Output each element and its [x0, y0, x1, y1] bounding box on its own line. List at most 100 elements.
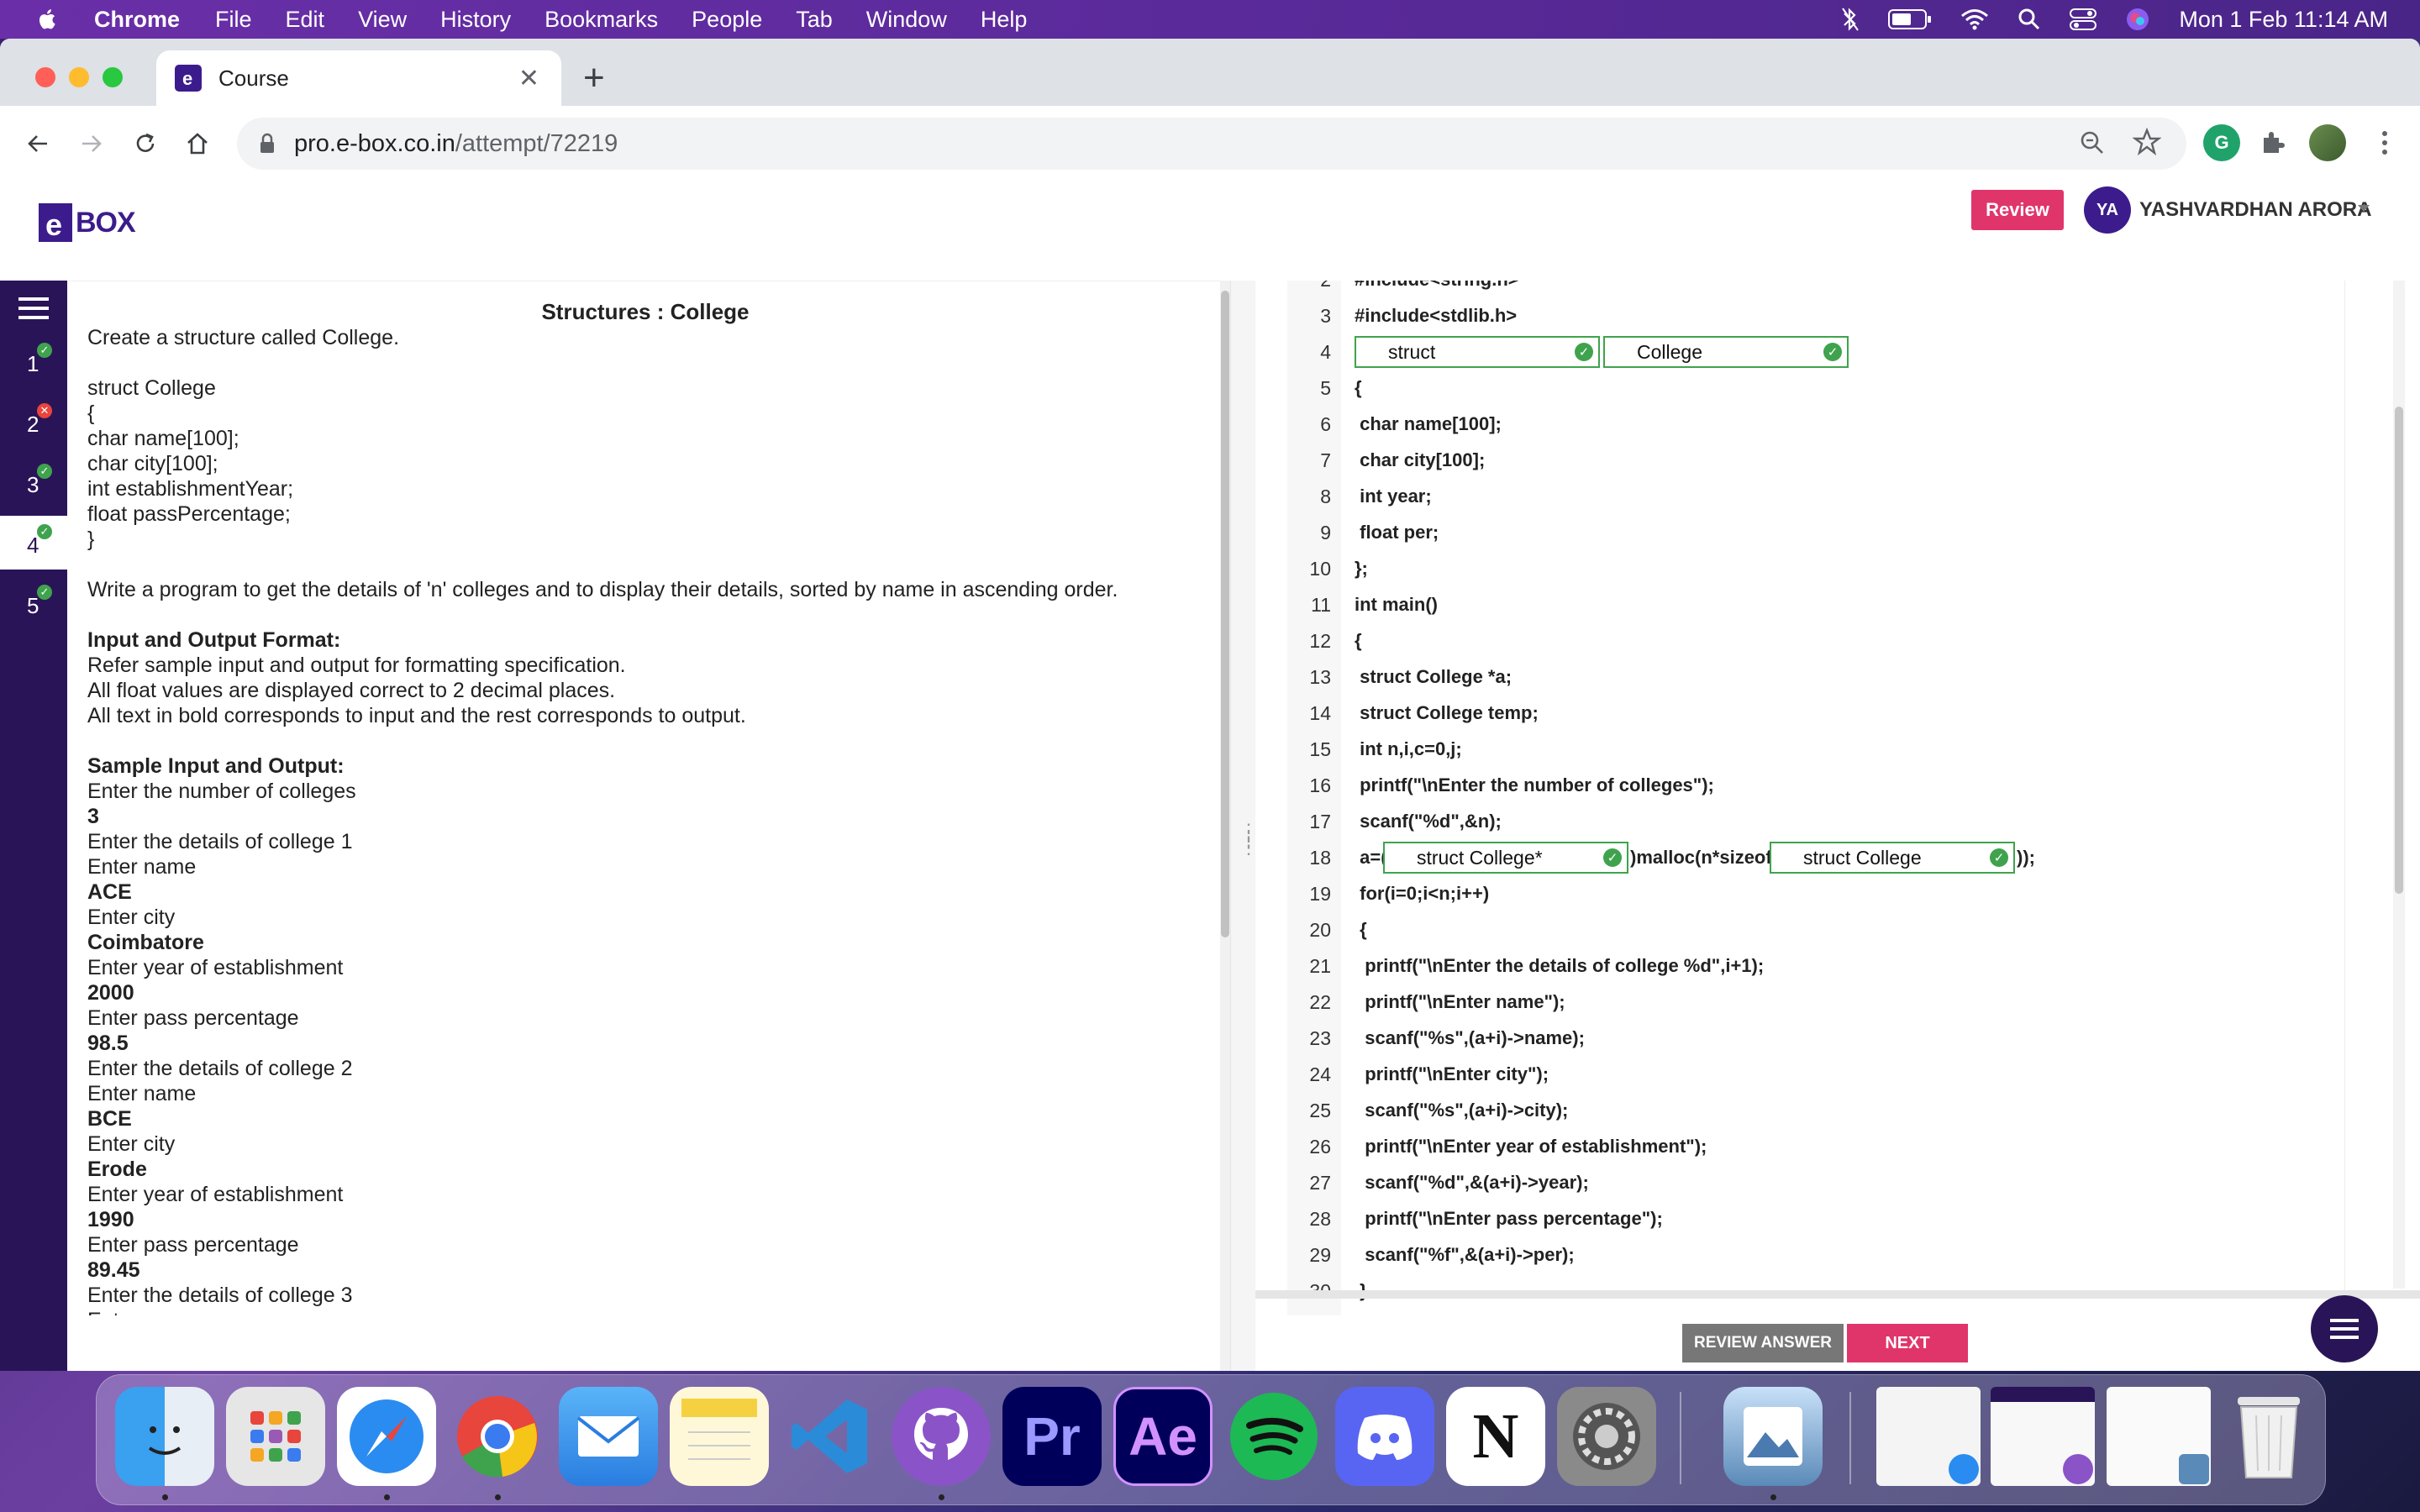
- dock-launchpad[interactable]: [226, 1387, 325, 1486]
- code-editor[interactable]: 2 #include<string.h> 3 #include<stdlib.h> 4 s…: [1255, 281, 2420, 1315]
- tab-course[interactable]: e Course ✕: [156, 50, 561, 106]
- lock-icon[interactable]: [259, 133, 276, 155]
- code-line[interactable]: 23 scanf("%s",(a+i)->name);: [1287, 1021, 2344, 1056]
- menu-help[interactable]: Help: [981, 7, 1028, 33]
- dock-vscode[interactable]: [781, 1387, 880, 1486]
- address-bar[interactable]: pro.e-box.co.in/attempt/72219: [237, 118, 2186, 170]
- apple-icon[interactable]: [35, 7, 60, 32]
- menu-bookmarks[interactable]: Bookmarks: [544, 7, 658, 33]
- hamburger-menu-icon[interactable]: [18, 296, 49, 321]
- dock-premiere-pro[interactable]: Pr: [1002, 1387, 1102, 1486]
- bluetooth-off-icon[interactable]: [1841, 7, 1860, 32]
- zoom-icon[interactable]: [2079, 129, 2106, 156]
- new-tab-button[interactable]: +: [583, 57, 605, 99]
- code-line[interactable]: 27 scanf("%d",&(a+i)->year);: [1287, 1165, 2344, 1200]
- blank-sizeof-type[interactable]: struct College ✓: [1770, 842, 2015, 874]
- code-line[interactable]: 17 scanf("%d",&n);: [1287, 804, 2344, 839]
- zoom-window-button[interactable]: [103, 67, 123, 87]
- question-nav-3[interactable]: 3 ✓: [0, 455, 67, 509]
- review-button[interactable]: Review: [1971, 190, 2064, 230]
- control-center-icon[interactable]: [2070, 8, 2097, 31]
- code-line[interactable]: 16 printf("\nEnter the number of college…: [1287, 768, 2344, 803]
- code-line[interactable]: 14 struct College temp;: [1287, 696, 2344, 731]
- scrollbar-thumb[interactable]: [2395, 407, 2403, 894]
- blank-struct-name[interactable]: College ✓: [1603, 336, 1849, 368]
- review-answer-button[interactable]: REVIEW ANSWER: [1682, 1324, 1844, 1362]
- minimize-window-button[interactable]: [69, 67, 89, 87]
- spotlight-search-icon[interactable]: [2018, 8, 2041, 31]
- dock-finder[interactable]: [115, 1387, 214, 1486]
- code-line[interactable]: 18 a=(struct College* ✓)malloc(n*sizeof(s…: [1287, 840, 2344, 875]
- user-name[interactable]: YASHVARDHAN ARORA: [2139, 198, 2371, 222]
- code-line[interactable]: 10};: [1287, 551, 2344, 586]
- code-line[interactable]: 11 int main(): [1287, 587, 2344, 622]
- dock-notes[interactable]: [670, 1387, 769, 1486]
- menu-tab[interactable]: Tab: [796, 7, 833, 33]
- menu-view[interactable]: View: [358, 7, 407, 33]
- code-area[interactable]: 2 #include<string.h> 3 #include<stdlib.h> 4 s…: [1287, 281, 2345, 1305]
- code-line[interactable]: 5{: [1287, 370, 2344, 406]
- code-line[interactable]: 13 struct College *a;: [1287, 659, 2344, 695]
- dock-chrome[interactable]: [448, 1387, 547, 1486]
- reload-button[interactable]: [124, 123, 166, 165]
- dock-discord[interactable]: [1335, 1387, 1434, 1486]
- battery-icon[interactable]: [1888, 8, 1932, 30]
- profile-avatar-icon[interactable]: [2309, 124, 2346, 161]
- menu-edit[interactable]: Edit: [286, 7, 325, 33]
- code-line[interactable]: 20 {: [1287, 912, 2344, 948]
- code-line[interactable]: 3 #include<stdlib.h>: [1287, 298, 2344, 333]
- blank-cast-type[interactable]: struct College* ✓: [1383, 842, 1628, 874]
- home-button[interactable]: [176, 123, 218, 165]
- code-line[interactable]: 7 char city[100];: [1287, 443, 2344, 478]
- chevron-down-icon[interactable]: [2356, 203, 2371, 213]
- code-line[interactable]: 24 printf("\nEnter city");: [1287, 1057, 2344, 1092]
- code-line[interactable]: 2 #include<string.h>: [1287, 281, 2344, 297]
- blank-struct-keyword[interactable]: struct ✓: [1355, 336, 1600, 368]
- dock-after-effects[interactable]: Ae: [1113, 1387, 1213, 1486]
- user-avatar[interactable]: YA: [2084, 186, 2131, 234]
- menu-people[interactable]: People: [692, 7, 762, 33]
- dock-window-thumbnail-3[interactable]: [2107, 1387, 2211, 1486]
- ebox-logo[interactable]: e BOX: [39, 200, 138, 247]
- next-button[interactable]: NEXT: [1847, 1324, 1968, 1362]
- menu-clock[interactable]: Mon 1 Feb 11:14 AM: [2179, 7, 2388, 33]
- grammarly-extension-icon[interactable]: G: [2203, 124, 2240, 161]
- code-line[interactable]: 19 for(i=0;i<n;i++): [1287, 876, 2344, 911]
- code-line[interactable]: 12 {: [1287, 623, 2344, 659]
- code-line[interactable]: 30 }: [1287, 1273, 2344, 1305]
- menu-window[interactable]: Window: [866, 7, 947, 33]
- menu-file[interactable]: File: [215, 7, 252, 33]
- forward-button[interactable]: [71, 123, 113, 165]
- question-nav-4[interactable]: 4 ✓: [0, 516, 67, 570]
- pane-splitter[interactable]: ⋮ ⋮ ⋮: [1230, 281, 1258, 1371]
- chrome-menu-icon[interactable]: [2366, 124, 2403, 161]
- code-line[interactable]: 4 struct ✓ College ✓: [1287, 334, 2344, 370]
- editor-vertical-scrollbar[interactable]: [2393, 281, 2405, 1289]
- dock-window-thumbnail-2[interactable]: [1991, 1387, 2095, 1486]
- close-tab-icon[interactable]: ✕: [518, 64, 539, 93]
- code-line[interactable]: 6 char name[100];: [1287, 407, 2344, 442]
- question-nav-1[interactable]: 1 ✓: [0, 334, 67, 388]
- editor-horizontal-scrollbar[interactable]: [1255, 1290, 2420, 1299]
- dock-trash[interactable]: [2219, 1387, 2318, 1486]
- code-line[interactable]: 26 printf("\nEnter year of establishment…: [1287, 1129, 2344, 1164]
- dock-github-desktop[interactable]: [892, 1387, 991, 1486]
- code-line[interactable]: 8 int year;: [1287, 479, 2344, 514]
- siri-icon[interactable]: [2125, 7, 2150, 32]
- dock-system-preferences[interactable]: [1557, 1387, 1656, 1486]
- menu-app-name[interactable]: Chrome: [94, 7, 180, 33]
- dock-safari[interactable]: [337, 1387, 436, 1486]
- close-window-button[interactable]: [35, 67, 55, 87]
- code-line[interactable]: 28 printf("\nEnter pass percentage");: [1287, 1201, 2344, 1236]
- question-nav-5[interactable]: 5 ✓: [0, 576, 67, 630]
- wifi-icon[interactable]: [1960, 8, 1989, 30]
- dock-mail[interactable]: [559, 1387, 658, 1486]
- code-line[interactable]: 29 scanf("%f",&(a+i)->per);: [1287, 1237, 2344, 1273]
- dock-window-thumbnail-1[interactable]: [1876, 1387, 1981, 1486]
- problem-scrollbar[interactable]: [1220, 281, 1230, 1371]
- menu-history[interactable]: History: [440, 7, 511, 33]
- code-line[interactable]: 22 printf("\nEnter name");: [1287, 984, 2344, 1020]
- back-button[interactable]: [17, 123, 59, 165]
- code-line[interactable]: 15 int n,i,c=0,j;: [1287, 732, 2344, 767]
- dock-spotify[interactable]: [1224, 1387, 1323, 1486]
